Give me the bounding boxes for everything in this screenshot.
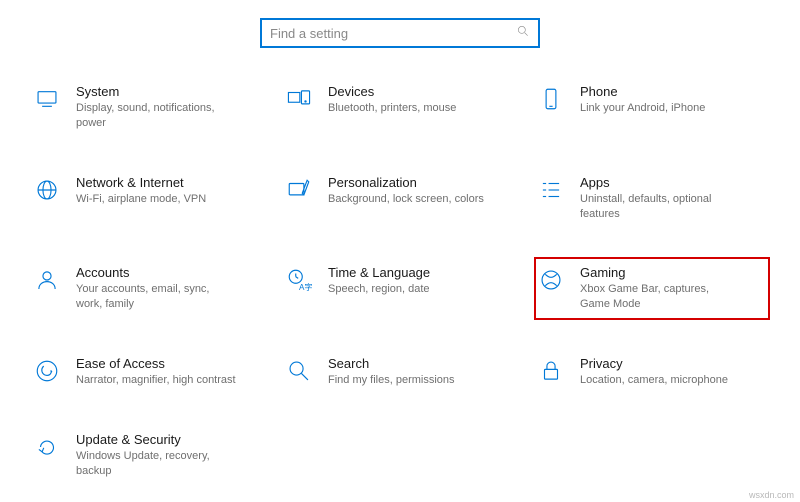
tile-title: Personalization — [328, 175, 484, 190]
tile-title: Search — [328, 356, 455, 371]
apps-icon — [536, 175, 566, 205]
tile-title: Devices — [328, 84, 456, 99]
ease-of-access-icon — [32, 356, 62, 386]
lock-icon — [536, 356, 566, 386]
tile-apps[interactable]: Apps Uninstall, defaults, optional featu… — [534, 167, 770, 230]
tile-subtitle: Wi-Fi, airplane mode, VPN — [76, 192, 206, 207]
tile-title: Network & Internet — [76, 175, 206, 190]
tile-title: Accounts — [76, 265, 236, 280]
system-icon — [32, 84, 62, 114]
phone-icon — [536, 84, 566, 114]
search-input[interactable] — [270, 26, 510, 41]
tile-subtitle: Find my files, permissions — [328, 373, 455, 388]
tile-gaming[interactable]: Gaming Xbox Game Bar, captures, Game Mod… — [534, 257, 770, 320]
devices-icon — [284, 84, 314, 114]
xbox-icon — [536, 265, 566, 295]
paintbrush-icon — [284, 175, 314, 205]
tile-subtitle: Speech, region, date — [328, 282, 430, 297]
tile-privacy[interactable]: Privacy Location, camera, microphone — [534, 348, 770, 396]
tile-subtitle: Xbox Game Bar, captures, Game Mode — [580, 282, 740, 312]
tile-ease-of-access[interactable]: Ease of Access Narrator, magnifier, high… — [30, 348, 266, 396]
globe-icon — [32, 175, 62, 205]
tile-title: Time & Language — [328, 265, 430, 280]
settings-grid: System Display, sound, notifications, po… — [0, 76, 800, 487]
tile-devices[interactable]: Devices Bluetooth, printers, mouse — [282, 76, 518, 139]
magnifier-icon — [284, 356, 314, 386]
tile-personalization[interactable]: Personalization Background, lock screen,… — [282, 167, 518, 230]
tile-title: Phone — [580, 84, 705, 99]
search-box[interactable] — [260, 18, 540, 48]
tile-network[interactable]: Network & Internet Wi-Fi, airplane mode,… — [30, 167, 266, 230]
tile-subtitle: Background, lock screen, colors — [328, 192, 484, 207]
tile-subtitle: Your accounts, email, sync, work, family — [76, 282, 236, 312]
tile-title: Gaming — [580, 265, 740, 280]
person-icon — [32, 265, 62, 295]
time-language-icon: A字 — [284, 265, 314, 295]
update-icon — [32, 432, 62, 462]
tile-subtitle: Link your Android, iPhone — [580, 101, 705, 116]
tile-subtitle: Uninstall, defaults, optional features — [580, 192, 740, 222]
search-bar-container — [0, 0, 800, 76]
tile-phone[interactable]: Phone Link your Android, iPhone — [534, 76, 770, 139]
tile-subtitle: Windows Update, recovery, backup — [76, 449, 236, 479]
tile-subtitle: Bluetooth, printers, mouse — [328, 101, 456, 116]
tile-title: Apps — [580, 175, 740, 190]
tile-subtitle: Display, sound, notifications, power — [76, 101, 236, 131]
tile-search[interactable]: Search Find my files, permissions — [282, 348, 518, 396]
tile-title: System — [76, 84, 236, 99]
tile-subtitle: Narrator, magnifier, high contrast — [76, 373, 236, 388]
tile-update-security[interactable]: Update & Security Windows Update, recove… — [30, 424, 266, 487]
tile-accounts[interactable]: Accounts Your accounts, email, sync, wor… — [30, 257, 266, 320]
tile-title: Privacy — [580, 356, 728, 371]
tile-time-language[interactable]: A字 Time & Language Speech, region, date — [282, 257, 518, 320]
source-watermark: wsxdn.com — [749, 490, 794, 500]
tile-title: Update & Security — [76, 432, 236, 447]
tile-title: Ease of Access — [76, 356, 236, 371]
tile-system[interactable]: System Display, sound, notifications, po… — [30, 76, 266, 139]
svg-text:A字: A字 — [299, 282, 312, 292]
tile-subtitle: Location, camera, microphone — [580, 373, 728, 388]
search-icon — [516, 24, 530, 43]
